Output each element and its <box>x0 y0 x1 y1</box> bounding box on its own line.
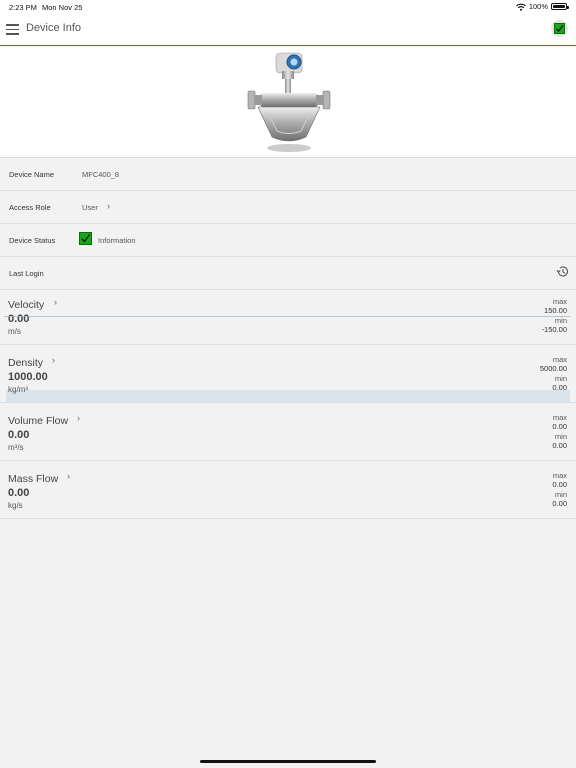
min-label: min <box>554 432 567 441</box>
device-status-label: Device Status <box>9 236 56 245</box>
access-role-label: Access Role <box>9 203 51 212</box>
last-login-label: Last Login <box>9 269 44 278</box>
max-label: max <box>552 355 567 364</box>
max-label: max <box>552 297 567 306</box>
max-label: max <box>552 413 567 422</box>
device-status-button[interactable] <box>551 20 568 37</box>
measurement-name: Volume Flow <box>8 415 69 427</box>
measurement-value: 0.00 <box>8 429 30 441</box>
chevron-right-icon[interactable]: › <box>77 413 80 423</box>
status-check-icon <box>79 232 92 245</box>
device-status-row: Device Status Information <box>0 224 576 257</box>
status-bar: 2:23 PM Mon Nov 25 100% <box>0 0 576 14</box>
history-icon[interactable] <box>556 265 569 278</box>
min-value: -150.00 <box>541 325 567 334</box>
chevron-right-icon[interactable]: › <box>54 297 57 307</box>
measurement-fill-bar <box>6 390 570 402</box>
min-value: 0.00 <box>552 441 567 450</box>
measurement-unit: kg/m³ <box>8 385 28 394</box>
min-label: min <box>554 374 567 383</box>
max-label: max <box>552 471 567 480</box>
check-icon <box>554 23 565 34</box>
measurement-unit: m³/s <box>8 443 24 452</box>
chevron-right-icon[interactable]: › <box>67 471 70 481</box>
chevron-right-icon[interactable]: › <box>52 355 55 365</box>
measurement-volume-flow[interactable]: Volume Flow › 0.00 m³/s max 0.00 min 0.0… <box>0 403 576 461</box>
device-status-value: Information <box>98 236 136 245</box>
min-label: min <box>554 316 567 325</box>
measurement-name: Density <box>8 357 44 369</box>
status-date: Mon Nov 25 <box>42 3 83 12</box>
measurement-bar <box>4 316 570 317</box>
home-indicator[interactable] <box>200 760 376 763</box>
min-label: min <box>554 490 567 499</box>
min-value: 0.00 <box>552 499 567 508</box>
device-name-row: Device Name MFC400_8 <box>0 158 576 191</box>
measurement-unit: kg/s <box>8 501 23 510</box>
hamburger-menu-icon[interactable] <box>6 24 19 35</box>
flowmeter-image <box>247 52 331 152</box>
wifi-icon <box>515 3 526 11</box>
status-time: 2:23 PM <box>9 3 37 12</box>
device-name-label: Device Name <box>9 170 55 179</box>
max-value: 0.00 <box>552 422 567 431</box>
min-value: 0.00 <box>552 383 567 392</box>
max-value: 150.00 <box>544 306 567 315</box>
max-value: 5000.00 <box>539 364 567 373</box>
status-right: 100% <box>515 2 569 11</box>
measurement-value: 0.00 <box>8 313 30 325</box>
measurement-density[interactable]: Density › 1000.00 kg/m³ max 5000.00 min … <box>0 345 576 403</box>
last-login-row: Last Login <box>0 257 576 290</box>
measurement-name: Mass Flow <box>8 473 59 485</box>
battery-percent: 100% <box>528 2 548 11</box>
device-image-panel <box>0 47 576 158</box>
measurement-name: Velocity <box>8 299 45 311</box>
access-role-row[interactable]: Access Role User › <box>0 191 576 224</box>
max-value: 0.00 <box>552 480 567 489</box>
access-role-value: User <box>82 203 98 212</box>
device-name-value: MFC400_8 <box>82 170 120 179</box>
page-title: Device Info <box>26 22 82 34</box>
measurement-mass-flow[interactable]: Mass Flow › 0.00 kg/s max 0.00 min 0.00 <box>0 461 576 519</box>
measurement-value: 0.00 <box>8 487 30 499</box>
measurement-unit: m/s <box>8 327 21 336</box>
measurement-value: 1000.00 <box>8 371 48 383</box>
measurement-velocity[interactable]: Velocity › 0.00 m/s max 150.00 min -150.… <box>0 287 576 345</box>
battery-icon <box>551 3 569 10</box>
chevron-right-icon[interactable]: › <box>107 201 110 211</box>
nav-bar: Device Info <box>0 14 576 46</box>
